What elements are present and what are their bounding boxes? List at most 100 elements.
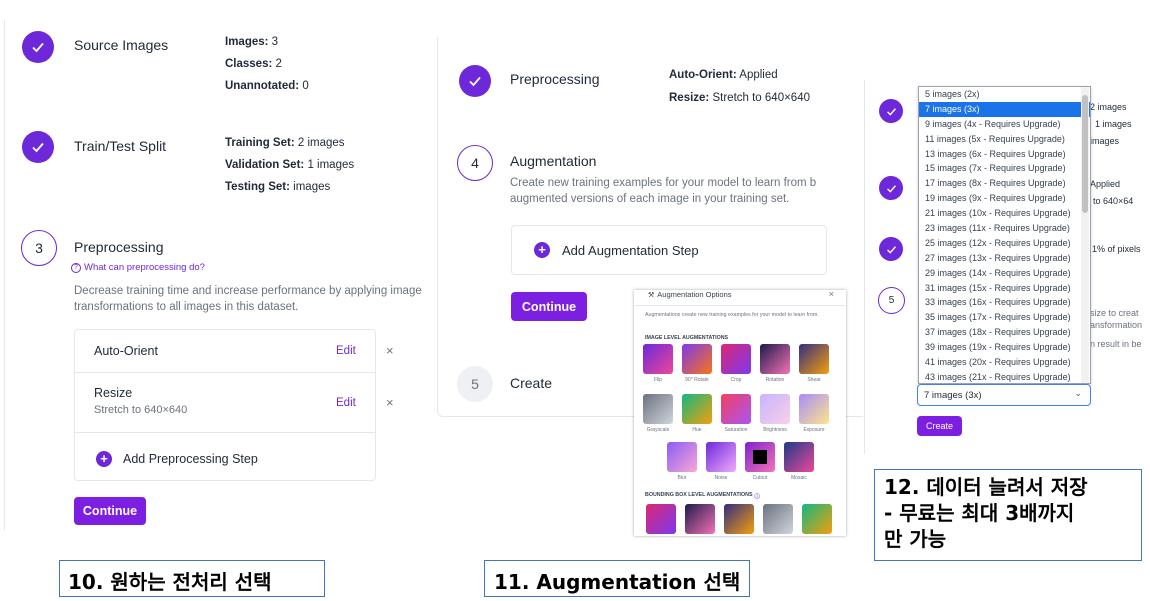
dropdown-scrollbar[interactable]: [1081, 87, 1089, 383]
edit-auto-orient-button[interactable]: Edit: [336, 345, 356, 357]
resize-summary: Resize: Stretch to 640×640: [669, 92, 810, 104]
preprocessing-help-link[interactable]: ? What can preprocessing do?: [71, 262, 205, 273]
step-complete-icon: [22, 131, 54, 163]
step-complete-icon: [22, 31, 54, 63]
bbox-augmentation-thumbnail[interactable]: [685, 504, 715, 534]
dropdown-option[interactable]: 21 images (10x - Requires Upgrade): [919, 206, 1090, 221]
dropdown-option[interactable]: 39 images (19x - Requires Upgrade): [919, 340, 1090, 355]
caption-12: 12. 데이터 늘려서 저장 - 무료는 최대 3배까지 만 가능: [874, 469, 1142, 561]
augmentation-option[interactable]: Hue: [679, 394, 715, 433]
testing-set-stat: Testing Set: images: [225, 181, 331, 193]
create-button[interactable]: Create: [917, 416, 962, 436]
preprocessing-summary-title: Preprocessing: [510, 71, 600, 87]
dropdown-option[interactable]: 41 images (20x - Requires Upgrade): [919, 355, 1090, 370]
augmentation-option[interactable]: Shear: [796, 344, 832, 383]
augmentation-label: Shear: [807, 377, 821, 383]
image-count-select[interactable]: 7 images (3x) ⌄: [917, 384, 1091, 406]
remove-resize-icon[interactable]: ×: [386, 395, 394, 410]
augmentation-option[interactable]: Blur: [664, 442, 700, 481]
augmentation-option[interactable]: Rotation: [757, 344, 793, 383]
close-icon[interactable]: ×: [829, 290, 834, 299]
augmentation-option[interactable]: Brightness: [757, 394, 793, 433]
modal-subtitle: Augmentations create new training exampl…: [645, 312, 819, 318]
augmentation-label: Exposure: [803, 427, 825, 433]
dropdown-option[interactable]: 5 images (2x): [919, 87, 1090, 102]
dropdown-option[interactable]: 33 images (16x - Requires Upgrade): [919, 295, 1090, 310]
question-icon: ?: [71, 262, 81, 273]
help-icon: ⓘ: [754, 494, 760, 500]
caption-10: 10. 원하는 전처리 선택: [59, 560, 325, 597]
partial-text: n result in be: [1090, 339, 1142, 349]
edit-resize-button[interactable]: Edit: [336, 397, 356, 409]
augmentation-label: 90° Rotate: [685, 377, 709, 383]
augmentation-title: Augmentation: [510, 153, 597, 169]
add-preprocessing-step-button[interactable]: + Add Preprocessing Step: [96, 451, 258, 467]
augmentation-label: Cutout: [752, 475, 768, 481]
augmentation-option[interactable]: Flip: [640, 344, 676, 383]
preprocessing-continue-button[interactable]: Continue: [74, 497, 146, 525]
dropdown-option[interactable]: 19 images (9x - Requires Upgrade): [919, 191, 1090, 206]
step-number-3: 3: [21, 230, 57, 266]
dropdown-option[interactable]: 31 images (15x - Requires Upgrade): [919, 281, 1090, 296]
augmentation-thumbnail: [721, 344, 751, 374]
dropdown-option[interactable]: 25 images (12x - Requires Upgrade): [919, 236, 1090, 251]
augmentation-description-2: augmented versions of each image in your…: [510, 193, 790, 205]
augmentation-thumbnail: [667, 442, 697, 472]
dropdown-option[interactable]: 37 images (18x - Requires Upgrade): [919, 325, 1090, 340]
dropdown-option[interactable]: 9 images (4x - Requires Upgrade): [919, 117, 1090, 132]
augmentation-thumbnail: [760, 394, 790, 424]
partial-text: ansformation: [1090, 320, 1143, 330]
create-step-title: Create: [510, 375, 553, 391]
augmentation-option[interactable]: Mosaic: [781, 442, 817, 481]
plus-icon: +: [96, 451, 112, 467]
preprocessing-title: Preprocessing: [74, 239, 164, 255]
dropdown-option[interactable]: 17 images (8x - Requires Upgrade): [919, 176, 1090, 191]
bbox-augmentation-thumbnail[interactable]: [763, 504, 793, 534]
bbox-augmentation-thumbnail[interactable]: [646, 504, 676, 534]
augmentation-thumbnail: [721, 394, 751, 424]
augmentation-option[interactable]: Saturation: [718, 394, 754, 433]
dropdown-option[interactable]: 29 images (14x - Requires Upgrade): [919, 266, 1090, 281]
augmentation-option[interactable]: 90° Rotate: [679, 344, 715, 383]
augmentation-thumbnail: [682, 394, 712, 424]
dropdown-option[interactable]: 23 images (11x - Requires Upgrade): [919, 221, 1090, 236]
augmentation-option[interactable]: Exposure: [796, 394, 832, 433]
classes-stat: Classes: 2: [225, 58, 282, 70]
preprocessing-step-auto-orient: Auto-Orient Edit: [75, 330, 375, 373]
dropdown-option[interactable]: 43 images (21x - Requires Upgrade): [919, 370, 1090, 383]
augmentation-label: Flip: [653, 377, 663, 383]
augmentation-option[interactable]: Cutout: [742, 442, 778, 481]
source-images-title: Source Images: [74, 37, 169, 53]
scrollbar-thumb[interactable]: [1082, 95, 1088, 213]
augmentation-option[interactable]: Noise: [703, 442, 739, 481]
remove-auto-orient-icon[interactable]: ×: [386, 343, 394, 358]
cutout-square: [753, 450, 767, 464]
augmentation-thumbnail: [799, 344, 829, 374]
augmentation-option[interactable]: Crop: [718, 344, 754, 383]
dropdown-option[interactable]: 15 images (7x - Requires Upgrade): [919, 161, 1090, 176]
dropdown-option[interactable]: 7 images (3x): [919, 101, 1090, 117]
augmentation-thumbnail: [784, 442, 814, 472]
augmentation-thumbnail: [706, 442, 736, 472]
preprocessing-step-resize: Resize Stretch to 640×640 Edit: [75, 373, 375, 433]
chevron-down-icon: ⌄: [1074, 388, 1082, 398]
dropdown-option[interactable]: 11 images (5x - Requires Upgrade): [919, 132, 1090, 147]
bbox-augmentation-thumbnail[interactable]: [802, 504, 832, 534]
dropdown-option[interactable]: 35 images (17x - Requires Upgrade): [919, 310, 1090, 325]
bbox-level-heading: BOUNDING BOX LEVEL AUGMENTATIONS ⓘ: [645, 492, 760, 500]
augmentation-continue-button[interactable]: Continue: [511, 292, 587, 321]
add-augmentation-step-button[interactable]: + Add Augmentation Step: [511, 225, 827, 275]
augmentation-label: Blur: [677, 475, 687, 481]
dropdown-option[interactable]: 27 images (13x - Requires Upgrade): [919, 251, 1090, 266]
augmentation-option[interactable]: Grayscale: [640, 394, 676, 433]
dropdown-option[interactable]: 13 images (6x - Requires Upgrade): [919, 147, 1090, 162]
augmentation-thumbnail: [760, 344, 790, 374]
partial-text: to 640×64: [1093, 196, 1134, 206]
partial-text: 1% of pixels: [1092, 244, 1141, 254]
bbox-augmentation-thumbnail[interactable]: [724, 504, 754, 534]
wand-icon: ⚒: [648, 291, 655, 299]
step-number-5: 5: [878, 287, 905, 314]
partial-text: size to creat: [1090, 308, 1139, 318]
augmentation-label: Grayscale: [646, 427, 670, 433]
augmentation-description-1: Create new training examples for your mo…: [510, 177, 817, 189]
